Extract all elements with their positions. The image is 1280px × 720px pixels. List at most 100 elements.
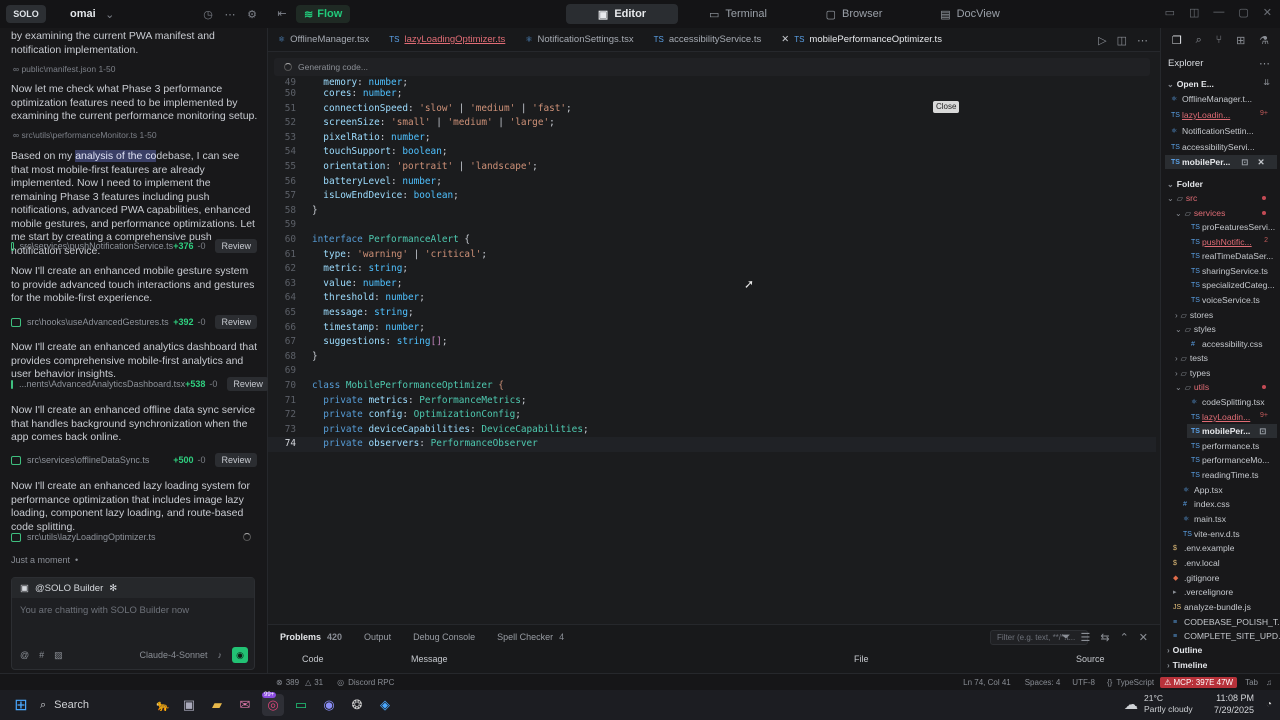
- history-icon[interactable]: ◷: [200, 8, 216, 21]
- folder-item[interactable]: ⌄ ▱ utils: [1175, 380, 1209, 394]
- error-count[interactable]: 389: [286, 678, 299, 687]
- file-item[interactable]: ▸ .vercelignore: [1173, 585, 1233, 599]
- tab-accessibility-service[interactable]: TS accessibilityService.ts: [644, 28, 772, 52]
- mention-icon[interactable]: @: [20, 650, 29, 660]
- tab-debug-console[interactable]: Debug Console: [413, 632, 475, 642]
- file-item[interactable]: TS performance.ts: [1191, 439, 1259, 453]
- file-item[interactable]: $ .env.local: [1173, 556, 1220, 570]
- agent-settings-icon[interactable]: ✻: [109, 583, 117, 594]
- mode-browser[interactable]: ▢ Browser: [798, 4, 910, 24]
- tab-offline-manager[interactable]: ⚛ OfflineManager.tsx: [268, 28, 379, 52]
- open-editors-section[interactable]: ⌄ Open E...: [1167, 77, 1214, 91]
- agent-name[interactable]: @SOLO Builder: [35, 583, 103, 594]
- file-item[interactable]: ⚛ main.tsx: [1183, 512, 1226, 526]
- mic-icon[interactable]: ♪: [218, 650, 223, 660]
- close-window-icon[interactable]: ✕: [1263, 6, 1272, 19]
- discord-app-icon[interactable]: ◉: [318, 694, 340, 716]
- bell-icon[interactable]: ♫: [1266, 678, 1272, 687]
- open-file-item[interactable]: TS accessibilityServi...: [1171, 140, 1255, 154]
- file-item[interactable]: ≡ COMPLETE_SITE_UPD...: [1173, 629, 1280, 643]
- file-item-active[interactable]: TS mobilePer... ⊡: [1187, 424, 1277, 438]
- open-file-item[interactable]: ⚛ OfflineManager.t...: [1171, 92, 1252, 106]
- split-editor-icon[interactable]: ◫: [1117, 34, 1127, 47]
- file-item[interactable]: ≡ CODEBASE_POLISH_T...: [1173, 615, 1280, 629]
- error-icon[interactable]: ⊗: [276, 678, 283, 687]
- file-item[interactable]: ⚛ codeSplitting.tsx: [1191, 395, 1265, 409]
- more-icon[interactable]: ⋯: [222, 8, 238, 21]
- tab-mode[interactable]: Tab: [1245, 678, 1258, 687]
- open-file-item[interactable]: TS lazyLoadin...: [1171, 108, 1261, 122]
- file-item[interactable]: TS proFeaturesServi...: [1191, 220, 1275, 234]
- file-item[interactable]: TS pushNotific...: [1191, 235, 1263, 249]
- cursor-position[interactable]: Ln 74, Col 41: [963, 678, 1011, 687]
- file-item[interactable]: $ .env.example: [1173, 541, 1234, 555]
- folder-item[interactable]: ⌄ ▱ styles: [1175, 322, 1216, 336]
- file-reference[interactable]: ∞ public\manifest.json 1-50: [13, 64, 115, 74]
- open-file-item[interactable]: ⚛ NotificationSettin...: [1171, 124, 1254, 138]
- wrap-icon[interactable]: ⇆: [1100, 631, 1109, 644]
- close-tab-icon[interactable]: ✕: [781, 34, 789, 45]
- folder-item[interactable]: ⌄ ▱ services: [1175, 206, 1225, 220]
- tab-lazy-loading[interactable]: TS lazyLoadingOptimizer.ts: [379, 28, 515, 52]
- app-icon[interactable]: ✉: [234, 694, 256, 716]
- settings-icon[interactable]: ⚙: [244, 8, 260, 21]
- list-icon[interactable]: ☰: [1080, 631, 1090, 644]
- more-icon[interactable]: ⋯: [1137, 34, 1148, 47]
- close-icon[interactable]: ✕: [1257, 157, 1264, 168]
- file-item[interactable]: TS realTimeDataSer...: [1191, 249, 1273, 263]
- warning-count[interactable]: 31: [314, 678, 323, 687]
- file-item[interactable]: TS lazyLoadin...: [1191, 410, 1263, 424]
- file-change-item[interactable]: ...nents\AdvancedAnalyticsDashboard.tsx +…: [11, 375, 269, 393]
- file-item[interactable]: TS sharingService.ts: [1191, 264, 1268, 278]
- file-change-item[interactable]: src\hooks\useAdvancedGestures.ts +392 -0 Re…: [11, 313, 257, 331]
- chevron-down-icon[interactable]: ⌄: [102, 8, 118, 21]
- extensions-icon[interactable]: ⊞: [1236, 34, 1245, 47]
- hash-icon[interactable]: #: [39, 650, 44, 660]
- send-button[interactable]: ◉: [232, 647, 248, 663]
- github-app-icon[interactable]: ❂: [346, 694, 368, 716]
- open-file-item-active[interactable]: TS mobilePer... ⊡ ✕: [1165, 155, 1277, 169]
- file-item[interactable]: TS specializedCateg...: [1191, 278, 1275, 292]
- tab-notification-settings[interactable]: ⚛ NotificationSettings.tsx: [515, 28, 643, 52]
- file-item[interactable]: # index.css: [1183, 497, 1230, 511]
- run-icon[interactable]: ▷: [1098, 34, 1106, 47]
- folder-item[interactable]: ⌄ ▱ src: [1167, 191, 1197, 205]
- folder-item[interactable]: › ▱ types: [1175, 366, 1210, 380]
- file-item[interactable]: # accessibility.css: [1191, 337, 1263, 351]
- review-button[interactable]: Review: [227, 377, 269, 391]
- chat-input[interactable]: You are chatting with SOLO Builder now: [12, 598, 254, 623]
- file-reference[interactable]: ∞ src\utils\performanceMonitor.ts 1-50: [13, 130, 157, 140]
- language-mode[interactable]: TypeScript: [1116, 678, 1154, 687]
- maximize-panel-icon[interactable]: ⌃: [1120, 631, 1129, 644]
- weather-widget[interactable]: ☁ 21°C Partly cloudy: [1124, 693, 1193, 715]
- review-button[interactable]: Review: [215, 453, 257, 467]
- maximize-icon[interactable]: ▢: [1238, 6, 1248, 19]
- search-icon[interactable]: ⌕: [1196, 34, 1202, 47]
- warning-icon[interactable]: △: [305, 678, 311, 687]
- mode-terminal[interactable]: ▭ Terminal: [682, 4, 794, 24]
- file-item[interactable]: ◆ .gitignore: [1173, 571, 1219, 585]
- tab-mobile-performance[interactable]: ✕ TS mobilePerformanceOptimizer.ts: [771, 28, 952, 52]
- image-icon[interactable]: ▨: [54, 650, 63, 661]
- file-item[interactable]: TS vite-env.d.ts: [1183, 527, 1240, 541]
- file-item[interactable]: ⚛ App.tsx: [1183, 483, 1223, 497]
- timeline-section[interactable]: › Timeline: [1167, 658, 1207, 672]
- discord-status[interactable]: Discord RPC: [348, 678, 394, 687]
- notifications-icon[interactable]: ◔: [1266, 699, 1272, 710]
- collapse-all-icon[interactable]: ⇊: [1263, 78, 1270, 87]
- task-view-icon[interactable]: ▣: [178, 694, 200, 716]
- more-icon[interactable]: ⋯: [1259, 57, 1270, 70]
- files-icon[interactable]: ❐: [1172, 34, 1182, 47]
- model-selector[interactable]: Claude-4-Sonnet: [139, 650, 207, 660]
- tab-problems[interactable]: Problems 420: [280, 632, 342, 642]
- tab-spell-checker[interactable]: Spell Checker 4: [497, 632, 564, 642]
- mode-editor[interactable]: ▣ Editor: [566, 4, 678, 24]
- folder-section[interactable]: ⌄ Folder: [1167, 177, 1203, 191]
- file-item[interactable]: JS analyze-bundle.js: [1173, 600, 1251, 614]
- close-panel-icon[interactable]: ✕: [1139, 631, 1148, 644]
- workspace-name[interactable]: omai: [70, 8, 96, 20]
- mcp-status[interactable]: ⚠ MCP: 397E 47W: [1160, 676, 1238, 688]
- encoding[interactable]: UTF-8: [1072, 678, 1095, 687]
- terminal-app-icon[interactable]: ▭: [290, 694, 312, 716]
- layout-icon[interactable]: ▭: [1165, 6, 1175, 19]
